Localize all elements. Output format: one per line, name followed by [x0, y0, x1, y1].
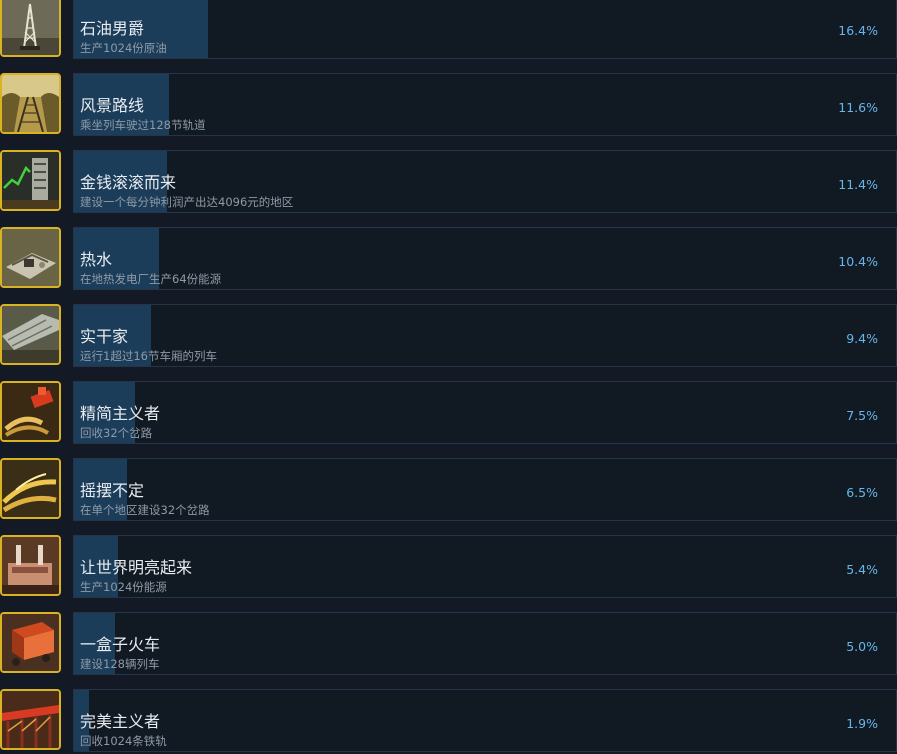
achievement-row[interactable]: 实干家 运行1超过16节车厢的列车 9.4%: [0, 304, 897, 369]
achievement-description: 回收32个岔路: [80, 426, 153, 440]
oil-derrick-icon: [0, 0, 61, 57]
achievement-row[interactable]: 让世界明亮起来 生产1024份能源 5.4%: [0, 535, 897, 600]
achievement-panel: 实干家 运行1超过16节车厢的列车 9.4%: [73, 304, 897, 367]
train-box-icon: [0, 612, 61, 673]
achievement-panel: 金钱滚滚而来 建设一个每分钟利润产出达4096元的地区 11.4%: [73, 150, 897, 213]
achievement-title: 完美主义者: [80, 712, 161, 731]
achievement-title: 风景路线: [80, 96, 145, 115]
achievement-percent: 6.5%: [846, 485, 878, 500]
achievement-panel: 热水 在地热发电厂生产64份能源 10.4%: [73, 227, 897, 290]
achievement-panel: 让世界明亮起来 生产1024份能源 5.4%: [73, 535, 897, 598]
achievement-title: 摇摆不定: [80, 481, 145, 500]
achievement-row[interactable]: 石油男爵 生产1024份原油 16.4%: [0, 0, 897, 61]
achievement-title: 实干家: [80, 327, 129, 346]
achievement-percent: 9.4%: [846, 331, 878, 346]
achievement-description: 建设一个每分钟利润产出达4096元的地区: [80, 195, 294, 209]
achievement-title: 一盒子火车: [80, 635, 161, 654]
achievement-panel: 风景路线 乘坐列车驶过128节轨道 11.6%: [73, 73, 897, 136]
achievement-description: 生产1024份原油: [80, 41, 167, 55]
achievement-row[interactable]: 摇摆不定 在单个地区建设32个岔路 6.5%: [0, 458, 897, 523]
achievement-description: 在地热发电厂生产64份能源: [80, 272, 222, 286]
achievement-description: 在单个地区建设32个岔路: [80, 503, 210, 517]
achievement-panel: 摇摆不定 在单个地区建设32个岔路 6.5%: [73, 458, 897, 521]
achievement-description: 乘坐列车驶过128节轨道: [80, 118, 206, 132]
achievement-panel: 一盒子火车 建设128辆列车 5.0%: [73, 612, 897, 675]
long-train-icon: [0, 304, 61, 365]
achievement-panel: 完美主义者 回收1024条铁轨 1.9%: [73, 689, 897, 752]
achievement-percent: 7.5%: [846, 408, 878, 423]
rail-switch-icon: [0, 458, 61, 519]
achievement-panel: 精简主义者 回收32个岔路 7.5%: [73, 381, 897, 444]
achievement-percent: 11.4%: [838, 177, 878, 192]
achievement-description: 运行1超过16节车厢的列车: [80, 349, 217, 363]
achievement-percent: 11.6%: [838, 100, 878, 115]
achievement-description: 回收1024条铁轨: [80, 734, 167, 748]
achievement-row[interactable]: 热水 在地热发电厂生产64份能源 10.4%: [0, 227, 897, 292]
achievement-title: 石油男爵: [80, 19, 145, 38]
achievement-row[interactable]: 一盒子火车 建设128辆列车 5.0%: [0, 612, 897, 677]
achievement-percent: 10.4%: [838, 254, 878, 269]
skyscraper-graph-icon: [0, 150, 61, 211]
achievement-row[interactable]: 完美主义者 回收1024条铁轨 1.9%: [0, 689, 897, 754]
achievement-title: 热水: [80, 250, 113, 269]
geothermal-plant-icon: [0, 227, 61, 288]
bridge-rails-icon: [0, 689, 61, 750]
achievement-title: 精简主义者: [80, 404, 161, 423]
achievement-description: 建设128辆列车: [80, 657, 160, 671]
achievement-percent: 16.4%: [838, 23, 878, 38]
achievement-title: 让世界明亮起来: [80, 558, 193, 577]
achievement-panel: 石油男爵 生产1024份原油 16.4%: [73, 0, 897, 59]
achievement-row[interactable]: 精简主义者 回收32个岔路 7.5%: [0, 381, 897, 446]
achievement-row[interactable]: 金钱滚滚而来 建设一个每分钟利润产出达4096元的地区 11.4%: [0, 150, 897, 215]
railway-tracks-icon: [0, 73, 61, 134]
achievement-row[interactable]: 风景路线 乘坐列车驶过128节轨道 11.6%: [0, 73, 897, 138]
achievement-title: 金钱滚滚而来: [80, 173, 177, 192]
achievement-description: 生产1024份能源: [80, 580, 167, 594]
recycle-switch-icon: [0, 381, 61, 442]
power-plant-icon: [0, 535, 61, 596]
achievement-percent: 5.0%: [846, 639, 878, 654]
achievement-percent: 1.9%: [846, 716, 878, 731]
achievement-percent: 5.4%: [846, 562, 878, 577]
